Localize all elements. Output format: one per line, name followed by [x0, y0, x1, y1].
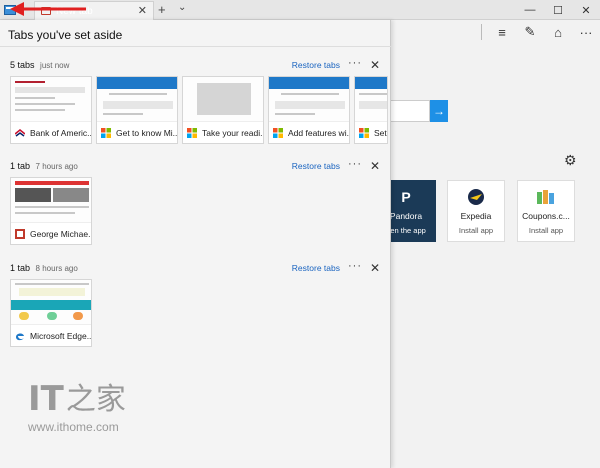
tab-thumbnail[interactable]: Take your readi... — [182, 76, 264, 144]
tab-thumbnails: Microsoft Edge... — [10, 279, 92, 347]
title-bar: New tab ✕ + ⌄ — ☐ ✕ — [0, 0, 600, 20]
toolbar-separator — [481, 24, 482, 40]
window-controls: — ☐ ✕ — [516, 0, 600, 20]
expedia-icon — [468, 189, 484, 205]
microsoft-icon — [101, 127, 111, 138]
group-count: 1 tab — [10, 263, 31, 273]
restore-tabs-link[interactable]: Restore tabs — [292, 161, 340, 171]
tab-thumbnail[interactable]: Set u — [354, 76, 388, 144]
tab-thumbnail[interactable]: Get to know Mi... — [96, 76, 178, 144]
page-preview — [97, 77, 177, 121]
logo-zh: 之家 — [65, 382, 126, 417]
group-time: 7 hours ago — [35, 162, 78, 171]
browser-toolbar: ≡ ✎ ⌂ ··· — [481, 24, 594, 40]
close-icon[interactable]: ✕ — [370, 159, 380, 173]
tab-label-row: George Michae... — [11, 222, 92, 244]
divider — [0, 46, 391, 47]
tab-label-row: Get to know Mi... — [97, 121, 178, 143]
app-action: pen the app — [386, 226, 426, 235]
microsoft-icon — [359, 127, 369, 138]
hub-icon[interactable]: ≡ — [494, 25, 510, 40]
tab-thumbnail[interactable]: Bank of Americ... — [10, 76, 92, 144]
minimize-button[interactable]: — — [516, 0, 544, 20]
microsoft-icon — [187, 127, 197, 138]
ithome-logo: IT 之家 — [28, 382, 126, 416]
red-arrow-annotation — [10, 2, 86, 16]
tab-label-row: Microsoft Edge... — [11, 324, 92, 346]
close-window-button[interactable]: ✕ — [572, 0, 600, 20]
group-header: 1 tab 7 hours ago Restore tabs ··· ✕ — [10, 158, 382, 175]
logo-it: IT — [28, 379, 64, 419]
tab-label: Set u — [374, 127, 387, 138]
tab-thumbnails: Bank of Americ... Get to know Mi... Take… — [10, 76, 388, 144]
group-header: 1 tab 8 hours ago Restore tabs ··· ✕ — [10, 260, 382, 277]
tab-label: Add features wi... — [288, 127, 350, 138]
app-action: Install app — [458, 226, 494, 235]
more-icon[interactable]: ··· — [578, 25, 594, 40]
search-input[interactable] — [390, 100, 430, 122]
search-go-button[interactable]: → — [430, 100, 448, 122]
tab-label: Take your readi... — [202, 127, 264, 138]
group-count: 1 tab — [10, 161, 31, 171]
group-time: just now — [40, 61, 70, 70]
app-name: Pandora — [389, 211, 423, 221]
edge-icon — [16, 332, 24, 340]
chevron-down-icon[interactable]: ⌄ — [178, 2, 186, 13]
tab-label: Get to know Mi... — [116, 127, 178, 138]
tab-thumbnail[interactable]: Add features wi... — [268, 76, 350, 144]
ithome-watermark: IT 之家 www.ithome.com — [28, 382, 126, 434]
more-options-icon[interactable]: ··· — [348, 260, 362, 272]
watermark-url: www.ithome.com — [28, 420, 119, 434]
more-options-icon[interactable]: ··· — [348, 158, 362, 170]
app-name: Expedia — [460, 211, 492, 221]
app-tile-expedia[interactable]: Expedia Install app — [447, 180, 505, 242]
pandora-icon: P — [401, 189, 411, 205]
tab-label-row: Take your readi... — [183, 121, 264, 143]
tab-close-icon[interactable]: ✕ — [138, 4, 147, 17]
panel-title: Tabs you've set aside — [8, 28, 123, 42]
restore-tabs-link[interactable]: Restore tabs — [292, 60, 340, 70]
microsoft-icon — [273, 127, 283, 138]
maximize-button[interactable]: ☐ — [544, 0, 572, 20]
bank-of-america-icon — [15, 128, 25, 137]
page-preview — [269, 77, 349, 121]
app-tile-coupons[interactable]: Coupons.c... Install app — [517, 180, 575, 242]
news-site-icon — [15, 228, 25, 239]
page-preview — [183, 77, 263, 121]
more-options-icon[interactable]: ··· — [348, 57, 362, 69]
close-icon[interactable]: ✕ — [370, 58, 380, 72]
tab-label-row: Set u — [355, 121, 387, 143]
app-action: Install app — [528, 226, 564, 235]
gear-icon[interactable]: ⚙ — [564, 152, 577, 169]
page-preview — [11, 77, 91, 121]
close-icon[interactable]: ✕ — [370, 261, 380, 275]
tab-label: Microsoft Edge... — [30, 330, 92, 341]
page-preview — [355, 77, 387, 121]
coupons-icon — [537, 190, 554, 204]
group-count: 5 tabs — [10, 60, 35, 70]
tab-label: Bank of Americ... — [30, 127, 92, 138]
tab-label-row: Bank of Americ... — [11, 121, 92, 143]
group-time: 8 hours ago — [35, 264, 78, 273]
group-header: 5 tabs just now Restore tabs ··· ✕ — [10, 57, 382, 74]
tab-label: George Michae... — [30, 228, 92, 239]
page-preview — [11, 178, 91, 222]
tab-thumbnails: George Michae... — [10, 177, 92, 245]
app-name: Coupons.c... — [522, 211, 570, 221]
new-tab-button[interactable]: + — [158, 2, 166, 17]
tab-thumbnail[interactable]: Microsoft Edge... — [10, 279, 92, 347]
share-icon[interactable]: ⌂ — [550, 25, 566, 40]
tab-label-row: Add features wi... — [269, 121, 350, 143]
page-preview — [11, 280, 91, 324]
restore-tabs-link[interactable]: Restore tabs — [292, 263, 340, 273]
browser-content: ≡ ✎ ⌂ ··· → ⚙ P Pandora pen the app Expe… — [376, 20, 600, 468]
web-note-icon[interactable]: ✎ — [522, 24, 538, 40]
tab-thumbnail[interactable]: George Michae... — [10, 177, 92, 245]
